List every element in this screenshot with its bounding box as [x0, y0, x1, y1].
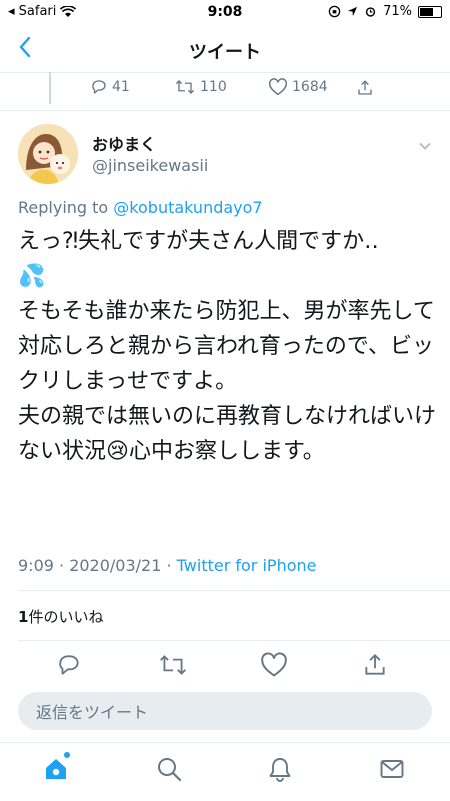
- reply-button[interactable]: [56, 652, 84, 680]
- like-button[interactable]: [260, 652, 288, 680]
- share-button[interactable]: [362, 652, 390, 680]
- display-name[interactable]: おゆまく: [92, 131, 156, 155]
- messages-icon: [380, 760, 404, 778]
- chevron-down-icon: [419, 142, 431, 150]
- like-icon: [261, 652, 287, 677]
- source-link[interactable]: Twitter for iPhone: [177, 556, 317, 575]
- crying-emoji: 😢: [106, 439, 129, 464]
- share-icon: [358, 80, 372, 95]
- tweet-line-3b: 心中お察しします。: [128, 439, 325, 464]
- reply-composer[interactable]: [18, 692, 432, 732]
- reply-input[interactable]: [34, 692, 408, 732]
- retweet-icon: [160, 655, 186, 675]
- retweet-icon: [175, 80, 195, 94]
- notifications-icon: [269, 758, 291, 782]
- like-icon: [269, 78, 287, 96]
- retweet-button[interactable]: [158, 652, 192, 680]
- previous-like-button[interactable]: 1684: [268, 78, 328, 96]
- replying-to: Replying to @kobutakundayo7: [18, 198, 263, 217]
- more-options-button[interactable]: [418, 138, 432, 152]
- status-bar: ◂ Safari 9:08 71%: [0, 0, 450, 24]
- divider: [18, 640, 450, 641]
- search-icon: [158, 758, 182, 782]
- timestamp: 9:09 · 2020/03/21 ·: [18, 556, 177, 575]
- tab-bar: [0, 742, 450, 801]
- tab-home[interactable]: [42, 752, 74, 787]
- likes-label: 件のいいね: [28, 608, 104, 626]
- replying-to-link[interactable]: @kobutakundayo7: [113, 198, 262, 217]
- divider: [0, 110, 450, 111]
- alarm-icon: [365, 7, 376, 17]
- share-icon: [365, 653, 385, 675]
- divider: [18, 590, 450, 591]
- orientation-lock-icon: [328, 5, 341, 18]
- previous-share-button[interactable]: [356, 78, 374, 98]
- replying-prefix: Replying to: [18, 198, 114, 217]
- tweet-meta: 9:09 · 2020/03/21 · Twitter for iPhone: [18, 556, 316, 575]
- thread-line: [49, 72, 51, 104]
- avatar[interactable]: [18, 124, 78, 184]
- tweet-line: えっ⁈失礼ですが夫さん人間ですか‥ 💦: [18, 224, 436, 294]
- likes-summary[interactable]: 1件のいいね: [18, 606, 103, 627]
- tab-search[interactable]: [155, 755, 187, 787]
- tab-notifications[interactable]: [266, 755, 298, 787]
- previous-tweet-actions: 41 110 1684: [90, 78, 410, 100]
- status-right: 71%: [328, 4, 442, 19]
- home-icon: [46, 759, 66, 779]
- user-handle[interactable]: @jinseikewasii: [92, 156, 208, 175]
- sweat-emoji: 💦: [18, 264, 46, 289]
- battery-fill: [420, 7, 433, 16]
- page-title: ツイート: [189, 42, 261, 63]
- previous-retweet-button[interactable]: 110: [174, 78, 227, 96]
- reply-icon: [92, 80, 106, 94]
- battery-icon: [418, 5, 442, 18]
- tab-messages[interactable]: [378, 755, 410, 787]
- reply-icon: [59, 655, 79, 675]
- battery-percent: 71%: [383, 4, 412, 19]
- tweet-line: 夫の親では無いのに再教育しなければいけない状況😢心中お察しします。: [18, 399, 436, 469]
- tweet-text: えっ⁈失礼ですが夫さん人間ですか‥ 💦 そもそも誰か来たら防犯上、男が率先して対応…: [18, 224, 436, 469]
- tweet-line-1: えっ⁈失礼ですが夫さん人間ですか‥: [18, 229, 379, 254]
- avatar-illustration: [18, 124, 78, 184]
- tweet-actions: [0, 648, 450, 684]
- tweet-line-2: そもそも誰か来たら防犯上、男が率先して対応しろと親から言われ育ったので、ビックリ…: [18, 299, 435, 394]
- likes-count: 1: [18, 608, 29, 626]
- location-icon: [348, 6, 358, 17]
- previous-reply-count: 41: [112, 79, 130, 95]
- previous-reply-button[interactable]: 41: [90, 78, 130, 96]
- nav-bar: ツイート: [0, 26, 450, 73]
- new-content-dot: [64, 752, 70, 758]
- previous-like-count: 1684: [292, 79, 328, 95]
- previous-retweet-count: 110: [200, 79, 227, 95]
